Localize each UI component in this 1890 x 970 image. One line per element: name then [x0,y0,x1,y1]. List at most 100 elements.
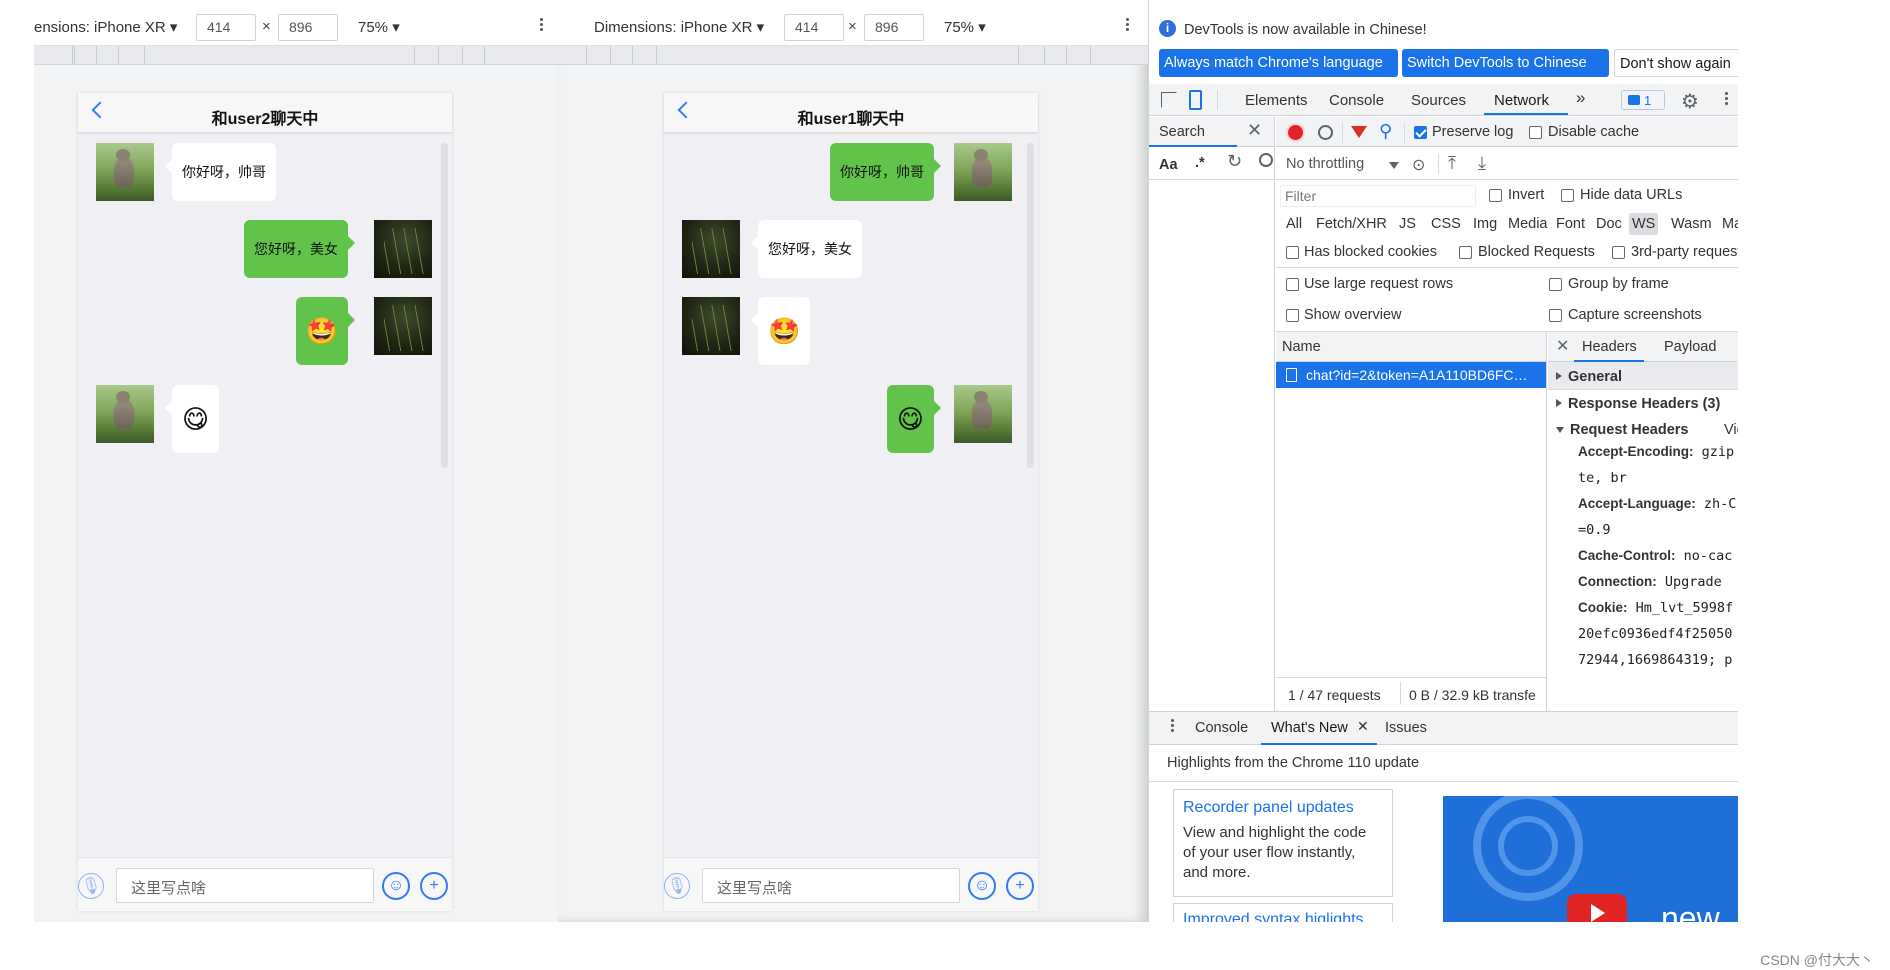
name-column-header[interactable]: Name [1282,339,1321,355]
more-options-icon[interactable] [538,16,544,36]
add-icon[interactable]: + [1006,872,1034,900]
tab-elements[interactable]: Elements [1245,92,1308,109]
settings-icon[interactable]: ⚙ [1681,89,1699,114]
card-title[interactable]: Recorder panel updates [1183,799,1354,817]
disable-cache-label: Disable cache [1548,124,1640,140]
close-tab-icon[interactable]: ✕ [1357,718,1369,735]
message-input[interactable]: 这里写点啥 [116,868,374,903]
export-har-icon[interactable]: ⤓ [1478,153,1486,174]
more-options-icon[interactable] [1124,16,1130,36]
drawer-tab-issues[interactable]: Issues [1385,720,1427,736]
refresh-icon[interactable]: ↻ [1227,151,1242,172]
play-icon[interactable] [1567,894,1627,922]
drawer-menu-icon[interactable] [1169,717,1175,737]
type-filter[interactable]: Fetch/XHR [1316,216,1387,232]
disable-cache-checkbox[interactable] [1529,126,1542,139]
zoom-selector[interactable]: 75% ▾ [944,18,986,36]
show-overview-checkbox[interactable] [1286,309,1299,322]
height-input[interactable]: 896 [864,14,924,41]
view-source-link[interactable]: View [1724,422,1738,438]
filter-icon[interactable] [1351,126,1367,138]
response-headers-section[interactable]: Response Headers (3) [1548,390,1738,416]
inspect-element-icon[interactable] [1161,92,1177,108]
device-toolbar-icon[interactable] [1189,90,1202,110]
whats-new-video-thumbnail[interactable]: new [1443,796,1738,922]
search-icon[interactable]: ⚲ [1379,121,1392,142]
request-headers-section[interactable]: Request Headers View [1548,416,1738,442]
preserve-log-checkbox[interactable] [1414,126,1427,139]
drawer-tab-whats-new[interactable]: What's New [1271,720,1348,736]
capture-screenshots-checkbox[interactable] [1549,309,1562,322]
message-input[interactable]: 这里写点啥 [702,868,960,903]
match-case-button[interactable]: Aa [1159,157,1178,173]
record-icon[interactable] [1288,125,1303,140]
scrollbar[interactable] [1027,143,1034,468]
zoom-selector[interactable]: 75% ▾ [358,18,400,36]
voice-icon[interactable]: 🎙 [78,873,104,899]
import-har-icon[interactable]: ⤒ [1448,153,1456,174]
width-input[interactable]: 414 [784,14,844,41]
tab-payload[interactable]: Payload [1664,339,1716,355]
search-tab[interactable]: Search [1159,124,1205,140]
type-filter[interactable]: CSS [1431,216,1461,232]
type-filter[interactable]: All [1286,216,1302,232]
tab-headers[interactable]: Headers [1582,339,1637,355]
header-row: Cache-Control: no-cac [1578,548,1733,564]
blocked-cookies-checkbox[interactable] [1286,246,1299,259]
type-filter[interactable]: Media [1508,216,1548,232]
type-filter[interactable]: Font [1556,216,1585,232]
type-filter[interactable]: Ma [1722,216,1738,232]
regex-button[interactable]: .* [1195,155,1205,171]
cat-avatar [954,385,1012,443]
emoji-icon[interactable]: ☺ [968,872,996,900]
more-tabs-icon[interactable]: » [1576,88,1585,108]
chevron-down-icon[interactable] [1389,162,1399,169]
expand-arrow-icon [1556,399,1562,407]
drawer-tab-console[interactable]: Console [1195,720,1248,736]
device-selector[interactable]: Dimensions: iPhone XR ▾ [594,18,764,36]
type-filter[interactable]: JS [1399,216,1416,232]
media-query-ruler [34,46,558,65]
type-filter-active[interactable]: WS [1629,213,1659,235]
third-party-checkbox[interactable] [1612,246,1625,259]
scrollbar[interactable] [441,143,448,468]
large-rows-checkbox[interactable] [1286,278,1299,291]
dont-show-again-button[interactable]: Don't show again [1614,49,1738,77]
type-filter[interactable]: Wasm [1671,216,1712,232]
add-icon[interactable]: + [420,872,448,900]
grass-avatar [374,220,432,278]
tab-network[interactable]: Network [1494,92,1549,109]
more-options-icon[interactable] [1723,90,1729,110]
hide-data-urls-checkbox[interactable] [1561,189,1574,202]
close-search-icon[interactable]: ✕ [1247,120,1262,141]
type-filter[interactable]: Doc [1596,216,1622,232]
device-selector[interactable]: ensions: iPhone XR ▾ [34,18,177,36]
card-title[interactable]: Improved syntax higlights [1183,911,1364,922]
switch-chinese-button[interactable]: Switch DevTools to Chinese [1402,49,1609,77]
emoji-icon[interactable]: ☺ [382,872,410,900]
group-by-frame-checkbox[interactable] [1549,278,1562,291]
emoji-message-bubble: 😋 [164,385,220,453]
blocked-requests-checkbox[interactable] [1459,246,1472,259]
match-language-button[interactable]: Always match Chrome's language [1159,49,1398,77]
voice-icon[interactable]: 🎙 [664,873,690,899]
transfer-size: 0 B / 32.9 kB transfe [1409,687,1536,703]
clear-log-icon[interactable] [1318,125,1333,140]
emoji-message-bubble: 🤩 [750,297,811,365]
tab-sources[interactable]: Sources [1411,92,1466,109]
general-section[interactable]: General [1548,362,1738,390]
type-filter[interactable]: Img [1473,216,1497,232]
invert-checkbox[interactable] [1489,189,1502,202]
network-conditions-icon[interactable]: ⊙ [1412,155,1425,175]
width-input[interactable]: 414 [196,14,256,41]
filter-input[interactable]: Filter [1280,185,1476,207]
tab-console[interactable]: Console [1329,92,1384,109]
message-icon [1628,95,1640,105]
throttling-select[interactable]: No throttling [1286,156,1364,172]
clear-icon[interactable] [1259,153,1273,167]
issues-badge[interactable]: 1 [1621,90,1665,110]
close-details-icon[interactable]: ✕ [1556,336,1569,356]
request-row[interactable]: chat?id=2&token=A1A110BD6FC… [1276,362,1546,388]
times-label: × [848,18,857,35]
height-input[interactable]: 896 [278,14,338,41]
